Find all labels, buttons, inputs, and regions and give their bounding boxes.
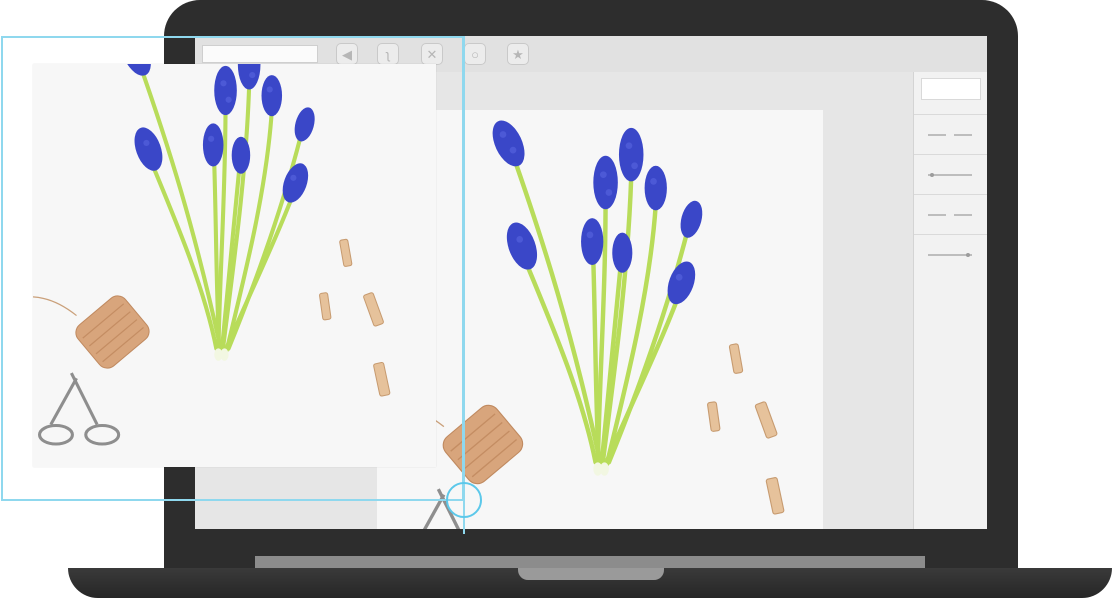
property-row-3[interactable] [914,194,987,235]
property-row-2[interactable] [914,154,987,195]
slider-knob[interactable] [965,253,970,257]
zoom-target-cursor[interactable] [446,482,482,518]
property-dash [928,134,946,136]
favorite-tool-button[interactable]: ★ [507,43,529,65]
properties-panel [913,72,987,529]
slider-track [928,174,972,176]
circle-icon: ○ [471,46,479,62]
ellipse-tool-button[interactable]: ○ [464,43,486,65]
property-row-1[interactable] [914,114,987,155]
clothespins [707,343,785,515]
slider-knob[interactable] [930,173,935,177]
property-dash [954,214,972,216]
zoom-preview-panel [33,64,436,467]
crosshair-line [463,36,465,534]
property-dash [954,134,972,136]
star-icon: ★ [512,46,524,62]
property-row-4[interactable] [914,234,987,275]
properties-input[interactable] [921,78,981,100]
photo-flowers-zoomed [33,64,436,467]
property-dash [928,214,946,216]
laptop-notch [518,568,664,580]
